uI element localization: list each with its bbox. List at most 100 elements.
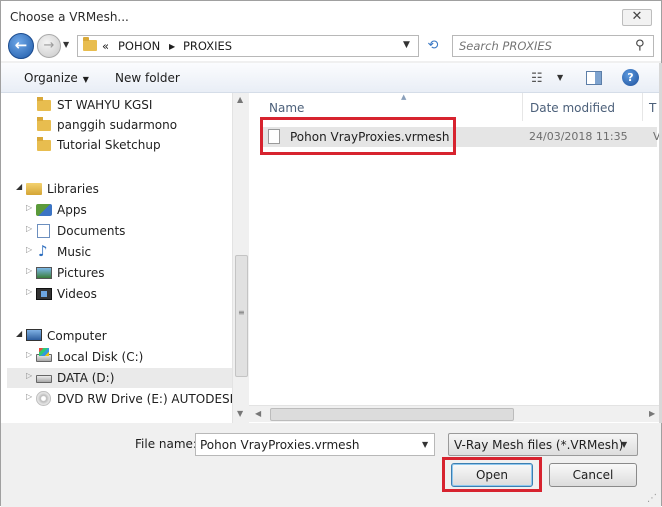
nav-item-videos[interactable]: ▷ Videos [1, 284, 232, 304]
apps-icon [36, 204, 52, 216]
grip-icon: ≡ [238, 308, 245, 317]
recent-locations-dropdown[interactable]: ▼ [63, 40, 69, 49]
system-drive-icon [36, 348, 52, 362]
annotation-highlight-file [260, 117, 456, 155]
collapse-arrow-icon[interactable]: ▷ [26, 266, 32, 275]
cancel-button[interactable]: Cancel [549, 463, 637, 487]
title-bar: Choose a VRMesh... ✕ [1, 1, 661, 31]
collapse-arrow-icon[interactable]: ▷ [26, 287, 32, 296]
nav-item-label: Pictures [57, 266, 105, 280]
address-bar[interactable]: « POHON ▶ PROXIES ▼ [77, 35, 419, 57]
collapse-arrow-icon[interactable]: ▷ [26, 224, 32, 233]
collapse-arrow-icon[interactable]: ▷ [26, 245, 32, 254]
nav-item-computer[interactable]: ◢ Computer [1, 326, 232, 346]
search-icon[interactable]: ⚲ [635, 38, 645, 53]
organize-label: Organize [24, 71, 78, 85]
address-dropdown-icon[interactable]: ▼ [403, 40, 410, 50]
nav-item-panggih-sudarmono[interactable]: panggih sudarmono [1, 115, 232, 135]
nav-item-label: ST WAHYU KGSI [57, 98, 153, 112]
breadcrumb-proxies[interactable]: PROXIES [183, 39, 232, 53]
breadcrumb-pohon[interactable]: POHON [118, 39, 160, 53]
search-input[interactable] [453, 36, 633, 56]
nav-item-label: Libraries [47, 182, 99, 196]
dvd-icon [36, 391, 51, 406]
nav-item-label: DATA (D:) [57, 371, 115, 385]
nav-item-label: Videos [57, 287, 97, 301]
expand-arrow-icon[interactable]: ◢ [16, 329, 22, 338]
nav-item-label: DVD RW Drive (E:) AUTODESK.SIM [57, 392, 232, 406]
nav-item-st-wahyu-kgsi[interactable]: ST WAHYU KGSI [1, 95, 232, 115]
close-icon: ✕ [631, 9, 643, 24]
chevron-down-icon: ▼ [82, 75, 89, 84]
nav-item-documents[interactable]: ▷ Documents [1, 221, 232, 241]
folder-icon [37, 137, 51, 151]
scroll-left-icon[interactable]: ◀ [255, 409, 261, 418]
nav-item-label: Apps [57, 203, 87, 217]
column-label: Date modified [530, 101, 616, 115]
column-header-date-modified[interactable]: Date modified [523, 93, 643, 121]
breadcrumb-separator-icon[interactable]: ▶ [169, 42, 175, 51]
scroll-right-icon[interactable]: ▶ [649, 409, 655, 418]
refresh-button[interactable]: ⟲ [421, 35, 445, 57]
change-view-icon[interactable]: ☷ [531, 71, 543, 86]
drive-icon [36, 375, 52, 383]
refresh-icon: ⟲ [427, 38, 439, 53]
dialog-footer: File name: ▼ V-Ray Mesh files (*.VRMesh)… [1, 423, 661, 507]
file-type-select[interactable]: V-Ray Mesh files (*.VRMesh) ▼ [448, 433, 638, 456]
folder-icon [37, 97, 51, 111]
column-label: T [649, 101, 657, 115]
file-open-dialog: Choose a VRMesh... ✕ ← → ▼ « POHON ▶ PRO… [0, 0, 662, 507]
nav-scrollbar[interactable]: ▲ ≡ ▼ [232, 93, 249, 423]
collapse-arrow-icon[interactable]: ▷ [26, 350, 32, 359]
nav-item-tutorial-sketchup[interactable]: Tutorial Sketchup [1, 135, 232, 155]
column-label: Name [269, 101, 305, 115]
horizontal-scrollbar[interactable]: ◀ ▶ [249, 405, 661, 422]
resize-grip-icon[interactable]: ⋰ [647, 493, 657, 504]
chevron-down-icon[interactable]: ▼ [422, 440, 428, 449]
breadcrumb-overflow[interactable]: « [102, 39, 109, 53]
back-button[interactable]: ← [8, 33, 34, 59]
forward-button[interactable]: → [37, 34, 61, 58]
file-name-combobox[interactable]: ▼ [195, 433, 435, 456]
nav-item-libraries[interactable]: ◢ Libraries [1, 179, 232, 199]
file-name-label: File name: [135, 437, 197, 451]
nav-item-label: Local Disk (C:) [57, 350, 144, 364]
nav-scroll-thumb[interactable]: ≡ [235, 255, 248, 377]
close-button[interactable]: ✕ [622, 9, 652, 26]
forward-arrow-icon: → [43, 38, 55, 53]
new-folder-button[interactable]: New folder [115, 71, 180, 85]
preview-pane-icon[interactable] [586, 71, 602, 85]
chevron-down-icon: ▼ [621, 440, 628, 449]
view-options-dropdown[interactable]: ▼ [557, 73, 563, 82]
navigation-pane: ST WAHYU KGSI panggih sudarmono Tutorial… [1, 93, 249, 423]
scroll-down-icon[interactable]: ▼ [237, 409, 243, 418]
nav-item-label: Documents [57, 224, 126, 238]
search-box[interactable]: ⚲ [452, 35, 654, 57]
command-toolbar: Organize ▼ New folder ☷ ▼ ? [1, 63, 661, 93]
expand-arrow-icon[interactable]: ◢ [16, 182, 22, 191]
nav-item-pictures[interactable]: ▷ Pictures [1, 263, 232, 283]
folder-icon [37, 117, 51, 131]
nav-item-apps[interactable]: ▷ Apps [1, 200, 232, 220]
back-arrow-icon: ← [14, 36, 28, 54]
dialog-title: Choose a VRMesh... [10, 10, 129, 24]
scroll-up-icon[interactable]: ▲ [237, 95, 243, 104]
nav-item-label: panggih sudarmono [57, 118, 178, 132]
collapse-arrow-icon[interactable]: ▷ [26, 203, 32, 212]
nav-item-data-d[interactable]: ▷ DATA (D:) [7, 368, 232, 388]
nav-item-dvd-drive[interactable]: ▷ DVD RW Drive (E:) AUTODESK.SIM [1, 389, 232, 409]
address-row: ← → ▼ « POHON ▶ PROXIES ▼ ⟲ ⚲ [1, 31, 661, 61]
file-name-input[interactable] [196, 434, 416, 455]
pictures-icon [36, 267, 52, 279]
collapse-arrow-icon[interactable]: ▷ [26, 371, 32, 380]
horizontal-scroll-thumb[interactable] [270, 408, 514, 421]
nav-item-local-disk-c[interactable]: ▷ Local Disk (C:) [1, 347, 232, 367]
organize-button[interactable]: Organize ▼ [24, 71, 89, 85]
help-icon[interactable]: ? [622, 69, 639, 86]
collapse-arrow-icon[interactable]: ▷ [26, 392, 32, 401]
libraries-icon [26, 183, 42, 195]
nav-item-music[interactable]: ▷ ♪ Music [1, 242, 232, 262]
videos-icon [36, 288, 52, 300]
folder-icon [83, 37, 97, 51]
annotation-highlight-open [442, 457, 542, 492]
